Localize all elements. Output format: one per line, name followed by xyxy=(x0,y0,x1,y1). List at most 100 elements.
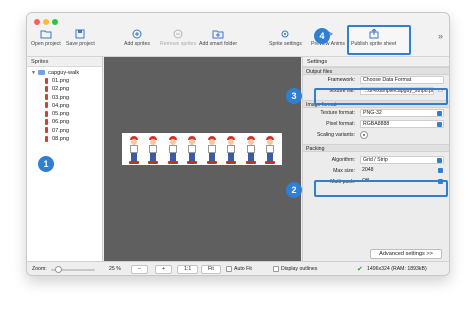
tree-item-sprite[interactable]: 01.png xyxy=(27,77,102,85)
framework-selector[interactable]: Choose Data Format xyxy=(360,76,444,84)
max-size-label: Max size: xyxy=(333,168,355,174)
sprite-thumbnail-icon xyxy=(45,135,48,142)
maximize-window-button[interactable] xyxy=(52,19,58,25)
sprite-frame[interactable] xyxy=(206,136,218,164)
pixel-format-select[interactable]: RGBA8888 xyxy=(360,120,444,128)
zoom-out-button[interactable]: – xyxy=(131,265,148,274)
disclosure-triangle-icon[interactable]: ▼ xyxy=(31,70,36,76)
sprite-frame[interactable] xyxy=(167,136,179,164)
zoom-one-to-one-button[interactable]: 1:1 xyxy=(177,265,199,274)
scaling-variants-gear-icon[interactable] xyxy=(360,131,368,139)
minimize-window-button[interactable] xyxy=(43,19,49,25)
advanced-settings-button[interactable]: Advanced settings >> xyxy=(370,249,442,259)
sprite-frame-legs xyxy=(150,153,157,161)
sprite-file-name: 06.png xyxy=(52,119,70,126)
zoom-fit-button[interactable]: Fit xyxy=(201,265,221,274)
sprite-thumbnail-icon xyxy=(45,85,48,92)
sprite-thumbnail-icon xyxy=(45,119,48,125)
sprite-frame-shoe xyxy=(128,161,139,164)
zoom-label: Zoom: xyxy=(32,266,47,272)
auto-fit-label: Auto Fit xyxy=(234,266,252,272)
save-project-button[interactable]: Save project xyxy=(66,29,95,47)
packing-heading: Packing xyxy=(303,144,449,152)
open-project-label: Open project xyxy=(31,41,61,47)
sprite-frame-shirt xyxy=(149,145,158,153)
sprite-file-name: 03.png xyxy=(52,94,70,101)
toolbar-overflow-button[interactable]: » xyxy=(438,31,443,41)
display-outlines-checkbox[interactable] xyxy=(273,266,279,272)
sprite-frame-shoe xyxy=(206,161,217,164)
texture-format-label: Texture format: xyxy=(320,110,355,116)
sprite-thumbnail-icon xyxy=(45,102,48,109)
sprite-file-name: 05.png xyxy=(52,111,70,118)
folder-icon xyxy=(37,70,45,76)
sprite-frame-legs xyxy=(189,153,196,161)
pixel-format-label: Pixel format: xyxy=(326,121,355,127)
save-icon xyxy=(75,29,85,39)
sprite-file-name: 02.png xyxy=(52,86,70,93)
sprite-thumbnail-icon xyxy=(45,94,48,101)
remove-sprites-label: Remove sprites xyxy=(160,41,197,47)
sprite-frame-shirt xyxy=(188,145,197,153)
zoom-slider-knob[interactable] xyxy=(55,266,62,273)
sprite-frame[interactable] xyxy=(245,136,257,164)
algorithm-select[interactable]: Grid / Strip xyxy=(360,156,444,164)
sprites-panel-title: Sprites xyxy=(27,57,102,67)
zoom-in-button[interactable]: + xyxy=(155,265,173,274)
publish-label: Publish sprite sheet xyxy=(351,41,397,47)
add-smart-folder-button[interactable]: Add smart folder xyxy=(199,29,237,47)
sprite-frame[interactable] xyxy=(147,136,159,164)
auto-fit-checkbox[interactable] xyxy=(226,266,232,272)
sprite-frame-shirt xyxy=(266,145,275,153)
open-project-button[interactable]: Open project xyxy=(31,29,61,47)
max-size-select[interactable]: 2048 xyxy=(360,167,444,175)
tree-item-sprite[interactable]: 08.png xyxy=(27,135,102,143)
sprite-frame-shoe xyxy=(226,161,237,164)
tree-item-sprite[interactable]: 07.png xyxy=(27,127,102,135)
status-ok-icon: ✔ xyxy=(357,266,363,273)
sprite-frame-shoe xyxy=(265,161,276,164)
texture-format-select[interactable]: PNG-32 xyxy=(360,109,444,117)
tree-folder-capguy-walk[interactable]: ▼ capguy-walk xyxy=(27,67,102,77)
publish-sprite-sheet-button[interactable]: Publish sprite sheet xyxy=(351,29,396,47)
callout-badge-2: 2 xyxy=(286,182,302,198)
callout-badge-3: 3 xyxy=(286,88,302,104)
sprite-frame-legs xyxy=(247,153,254,161)
remove-sprites-button[interactable]: Remove sprites xyxy=(160,29,196,47)
sprite-frame-legs xyxy=(169,153,176,161)
add-smart-folder-label: Add smart folder xyxy=(199,41,238,47)
sprite-sheet-canvas[interactable] xyxy=(104,57,301,261)
close-window-button[interactable] xyxy=(34,19,40,25)
sprite-frame[interactable] xyxy=(186,136,198,164)
toolbar: Open project Save project Add sprites Re… xyxy=(27,13,449,57)
add-sprites-label: Add sprites xyxy=(124,41,150,47)
tree-item-sprite[interactable]: 05.png xyxy=(27,110,102,118)
sprite-file-name: 08.png xyxy=(52,136,70,143)
app-window: Open project Save project Add sprites Re… xyxy=(26,12,450,276)
add-sprites-button[interactable]: Add sprites xyxy=(124,29,150,47)
sprite-settings-icon xyxy=(281,30,289,38)
tree-item-sprite[interactable]: 06.png xyxy=(27,118,102,126)
texture-size-info: 1496x324 (RAM: 1893kB) xyxy=(367,266,427,272)
algorithm-callout-box xyxy=(314,180,448,197)
sprite-frame-shirt xyxy=(246,145,255,153)
tree-item-sprite[interactable]: 04.png xyxy=(27,102,102,110)
tree-item-sprite[interactable]: 03.png xyxy=(27,94,102,102)
tree-folder-label: capguy-walk xyxy=(48,70,80,76)
publish-icon xyxy=(369,29,379,39)
sprite-frame-shirt xyxy=(227,145,236,153)
sprite-file-name: 01.png xyxy=(52,78,70,84)
output-files-heading: Output files xyxy=(303,67,449,75)
sprite-frame[interactable] xyxy=(264,136,276,164)
sprite-settings-button[interactable]: Sprite settings xyxy=(269,29,302,47)
folder-icon xyxy=(40,30,52,39)
sprite-frame[interactable] xyxy=(225,136,237,164)
callout-badge-1: 1 xyxy=(38,156,54,172)
sprite-frame-shoe xyxy=(167,161,178,164)
sprite-frame[interactable] xyxy=(128,136,140,164)
sprite-settings-label: Sprite settings xyxy=(269,41,302,47)
smart-folder-icon xyxy=(212,30,224,39)
sprite-frame-shoe xyxy=(187,161,198,164)
sprite-frame-legs xyxy=(267,153,274,161)
tree-item-sprite[interactable]: 02.png xyxy=(27,85,102,93)
